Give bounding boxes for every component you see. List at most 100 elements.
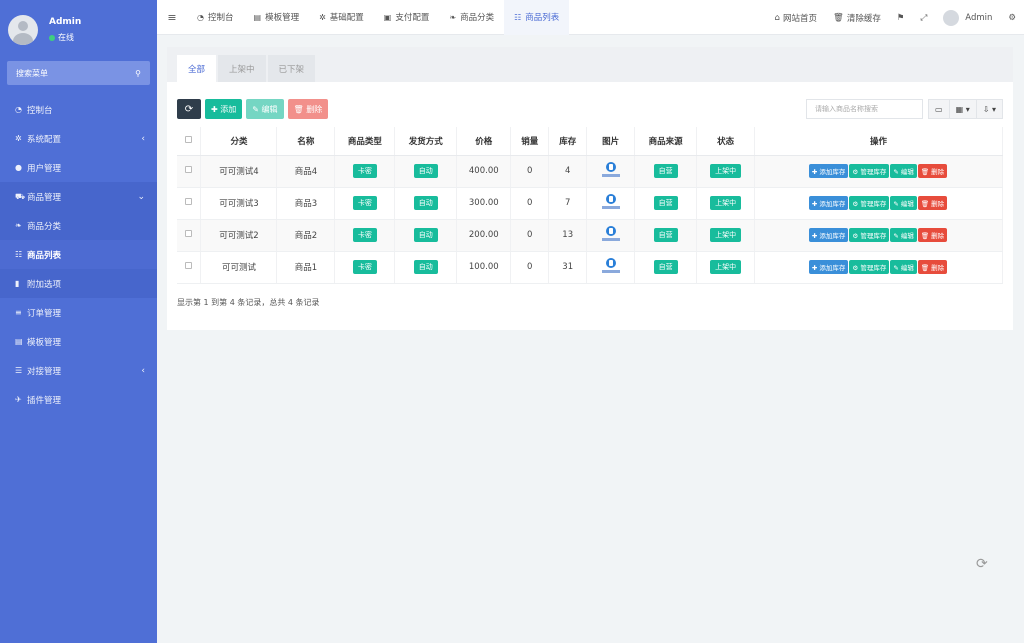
clear-cache-button[interactable]: 🗑 清除缓存 xyxy=(825,12,889,24)
filter-tab-2[interactable]: 已下架 xyxy=(267,55,316,82)
home-link[interactable]: ⌂ 网站首页 xyxy=(767,12,825,24)
add-stock-button[interactable]: ✚ 添加库存 xyxy=(808,228,849,242)
top-tab-3[interactable]: ▣ 支付配置 xyxy=(374,0,440,35)
sidebar-item-2[interactable]: ● 用户管理 xyxy=(0,153,157,182)
table-row[interactable]: 可可测试 商品1 卡密 自动 100.00 0 31 自营 上架中 ✚ 添加库存 ⚙ 管理库存 ✎ 编… xyxy=(177,251,1003,284)
top-tab-label: 商品列表 xyxy=(525,13,560,23)
user-info: Admin 在线 xyxy=(49,17,81,43)
table-row[interactable]: 可可测试2 商品2 卡密 自动 200.00 0 13 自营 上架中 ✚ 添加库存 ⚙ 管理库存 ✎ … xyxy=(177,219,1003,252)
top-tab-2[interactable]: ✲ 基础配置 xyxy=(309,0,374,35)
leaf-icon: ❧ xyxy=(449,12,457,22)
sidebar-item-4[interactable]: ❧ 商品分类 xyxy=(0,211,157,240)
column-header[interactable]: 库存 xyxy=(548,127,588,156)
row-checkbox[interactable] xyxy=(185,262,193,269)
manage-stock-button[interactable]: ⚙ 管理库存 xyxy=(849,228,890,242)
delivery-badge: 自动 xyxy=(413,260,438,274)
add-button[interactable]: ✚ 添加 xyxy=(205,99,243,119)
sidebar-item-7[interactable]: ≡ 订单管理 xyxy=(0,298,157,327)
row-edit-button[interactable]: ✎ 编辑 xyxy=(890,196,917,210)
sidebar-search-input[interactable]: 搜索菜单 xyxy=(16,68,48,79)
column-header[interactable]: 图片 xyxy=(586,127,636,156)
row-delete-button[interactable]: 🗑 删除 xyxy=(917,228,948,242)
row-checkbox[interactable] xyxy=(185,166,193,173)
top-tab-1[interactable]: ▤ 模板管理 xyxy=(244,0,310,35)
status-badge[interactable]: 上架中 xyxy=(710,196,742,210)
row-select-cell xyxy=(177,187,202,220)
product-thumbnail[interactable] xyxy=(601,225,620,243)
top-tab-5[interactable]: ☷ 商品列表 xyxy=(504,0,570,35)
sidebar-item-label: 商品管理 xyxy=(27,192,62,203)
edit-button[interactable]: ✎ 编辑 xyxy=(246,99,284,119)
column-header[interactable]: 商品类型 xyxy=(334,127,396,156)
avatar[interactable] xyxy=(8,15,38,45)
sidebar-item-5[interactable]: ☷ 商品列表 xyxy=(0,240,157,269)
column-header[interactable]: 商品来源 xyxy=(634,127,698,156)
column-header[interactable]: 分类 xyxy=(200,127,278,156)
delete-button[interactable]: 🗑 删除 xyxy=(287,99,329,119)
top-tab-0[interactable]: ◔ 控制台 xyxy=(187,0,244,35)
refresh-button[interactable]: ⟳ xyxy=(177,99,201,119)
settings-gears-icon[interactable]: ⚙ xyxy=(1000,13,1024,23)
type-badge: 卡密 xyxy=(352,164,377,178)
top-tab-4[interactable]: ❧ 商品分类 xyxy=(439,0,504,35)
sidebar-search[interactable]: 搜索菜单 ⚲ xyxy=(7,61,150,85)
sidebar-item-10[interactable]: ✈ 插件管理 xyxy=(0,385,157,414)
chevron-icon: ‹ xyxy=(141,133,145,144)
manage-stock-button[interactable]: ⚙ 管理库存 xyxy=(849,196,890,210)
product-thumbnail[interactable] xyxy=(601,161,620,179)
scroll-top-icon[interactable]: ⟳ xyxy=(976,556,988,572)
row-delete-button[interactable]: 🗑 删除 xyxy=(917,164,948,178)
row-checkbox[interactable] xyxy=(185,198,193,205)
add-stock-button[interactable]: ✚ 添加库存 xyxy=(808,164,849,178)
filter-tab-1[interactable]: 上架中 xyxy=(218,55,266,82)
column-header[interactable]: 状态 xyxy=(696,127,756,156)
add-stock-button[interactable]: ✚ 添加库存 xyxy=(808,196,849,210)
sidebar-item-9[interactable]: ☰ 对接管理 ‹ xyxy=(0,356,157,385)
name-cell: 商品1 xyxy=(276,251,336,284)
language-icon[interactable]: ⚑ xyxy=(889,13,913,23)
row-edit-button[interactable]: ✎ 编辑 xyxy=(890,260,917,274)
row-delete-button[interactable]: 🗑 删除 xyxy=(917,260,948,274)
sidebar-item-0[interactable]: ◔ 控制台 xyxy=(0,95,157,124)
product-search-input[interactable]: 请输入商品名称搜索 xyxy=(806,99,924,119)
manage-stock-button[interactable]: ⚙ 管理库存 xyxy=(849,260,890,274)
product-thumbnail[interactable] xyxy=(601,193,620,211)
column-header[interactable]: 操作 xyxy=(754,127,1003,156)
export-dropdown-icon[interactable]: ⇩ ▾ xyxy=(975,99,1003,119)
select-all-checkbox[interactable] xyxy=(185,135,193,143)
add-stock-button[interactable]: ✚ 添加库存 xyxy=(808,260,849,274)
sales-cell: 0 xyxy=(510,155,550,188)
cart-icon: ⛟ xyxy=(15,191,26,201)
menu-toggle-icon[interactable]: ≡ xyxy=(157,11,187,24)
row-delete-button[interactable]: 🗑 删除 xyxy=(917,196,948,210)
sidebar-item-8[interactable]: ▤ 模板管理 xyxy=(0,327,157,356)
product-thumbnail[interactable] xyxy=(601,257,620,275)
table-row[interactable]: 可可测试4 商品4 卡密 自动 400.00 0 4 自营 上架中 ✚ 添加库存 ⚙ 管理库存 ✎ 编… xyxy=(177,155,1003,188)
status-badge[interactable]: 上架中 xyxy=(710,164,742,178)
status-badge[interactable]: 上架中 xyxy=(710,228,742,242)
column-header[interactable]: 名称 xyxy=(276,127,336,156)
toggle-view-icon[interactable]: ▭ xyxy=(928,99,950,119)
toolbar: ⟳ ✚ 添加 ✎ 编辑 🗑 删除 xyxy=(177,99,332,119)
filter-tab-0[interactable]: 全部 xyxy=(177,55,217,82)
status-badge[interactable]: 上架中 xyxy=(710,260,742,274)
search-icon[interactable]: ⚲ xyxy=(135,69,141,78)
manage-stock-button[interactable]: ⚙ 管理库存 xyxy=(849,164,890,178)
row-edit-button[interactable]: ✎ 编辑 xyxy=(890,164,917,178)
fullscreen-icon[interactable]: ⤢ xyxy=(912,13,935,23)
table-row[interactable]: 可可测试3 商品3 卡密 自动 300.00 0 7 自营 上架中 ✚ 添加库存 ⚙ 管理库存 ✎ 编… xyxy=(177,187,1003,220)
type-badge: 卡密 xyxy=(352,260,377,274)
row-edit-button[interactable]: ✎ 编辑 xyxy=(890,228,917,242)
column-header[interactable]: 价格 xyxy=(456,127,512,156)
actions-cell: ✚ 添加库存 ⚙ 管理库存 ✎ 编辑 🗑 删除 xyxy=(754,251,1003,284)
column-header[interactable]: 发货方式 xyxy=(394,127,458,156)
sidebar-item-1[interactable]: ✲ 系统配置 ‹ xyxy=(0,124,157,153)
user-icon: ● xyxy=(15,163,22,172)
columns-dropdown-icon[interactable]: ▦ ▾ xyxy=(948,99,977,119)
sidebar-item-6[interactable]: ▮ 附加选项 xyxy=(0,269,157,298)
sidebar-item-3[interactable]: ⛟ 商品管理 ⌄ xyxy=(0,182,157,211)
column-header[interactable]: 销量 xyxy=(510,127,550,156)
admin-menu[interactable]: Admin xyxy=(935,9,1000,26)
row-checkbox[interactable] xyxy=(185,230,193,237)
user-status: 在线 xyxy=(49,32,81,43)
